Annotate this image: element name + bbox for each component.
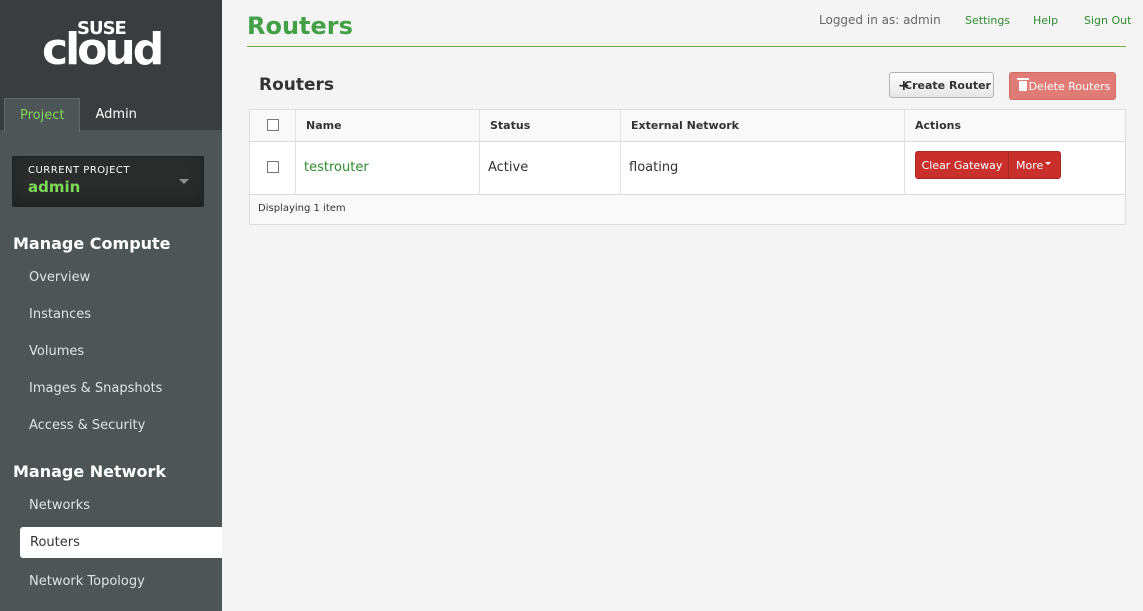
table-row: testrouter Active floating Clear Gateway…	[250, 141, 1125, 195]
nav-heading-manage-compute: Manage Compute	[13, 234, 171, 253]
sidebar-item-overview[interactable]: Overview	[29, 270, 90, 285]
current-project-label: CURRENT PROJECT	[28, 165, 130, 176]
caret-down-icon	[1045, 162, 1051, 165]
more-actions-button[interactable]: More	[1008, 151, 1061, 179]
project-switcher[interactable]: CURRENT PROJECT admin	[12, 156, 204, 207]
sidebar-item-instances[interactable]: Instances	[29, 307, 91, 322]
table-title: Routers	[259, 75, 335, 95]
header-divider	[247, 46, 1126, 47]
plus-icon: +	[898, 78, 910, 94]
more-actions-label: More	[1016, 159, 1044, 172]
sidebar-item-routers[interactable]: Routers	[20, 527, 222, 558]
table-header: Name Status External Network Actions	[250, 110, 1125, 142]
router-name-link[interactable]: testrouter	[304, 160, 369, 175]
sidebar: SUSE cloud Project Admin CURRENT PROJECT…	[0, 0, 222, 611]
tab-admin[interactable]: Admin	[80, 98, 151, 131]
router-external-network: floating	[629, 160, 679, 175]
select-all-checkbox[interactable]	[267, 119, 279, 131]
delete-routers-button[interactable]: Delete Routers	[1009, 72, 1116, 100]
page-title: Routers	[247, 12, 353, 40]
create-router-button[interactable]: + Create Router	[889, 72, 994, 98]
routers-table: Name Status External Network Actions tes…	[249, 109, 1126, 225]
sidebar-item-volumes[interactable]: Volumes	[29, 344, 84, 359]
create-router-label: Create Router	[904, 79, 991, 92]
logo-cloud-text: cloud	[42, 24, 164, 75]
item-count: Displaying 1 item	[258, 203, 346, 214]
sign-out-link[interactable]: Sign Out	[1084, 14, 1131, 27]
suse-cloud-logo: SUSE cloud	[0, 14, 222, 84]
logged-in-user: Logged in as: admin	[819, 13, 941, 27]
help-link[interactable]: Help	[1033, 14, 1058, 27]
current-project-name: admin	[28, 178, 81, 196]
sidebar-item-networks[interactable]: Networks	[29, 498, 90, 513]
chevron-down-icon	[179, 179, 189, 184]
router-status: Active	[488, 160, 529, 175]
column-header-name[interactable]: Name	[306, 119, 342, 132]
tab-project[interactable]: Project	[4, 98, 81, 132]
clear-gateway-button[interactable]: Clear Gateway	[915, 151, 1009, 179]
table-footer: Displaying 1 item	[250, 195, 1125, 224]
delete-routers-label: Delete Routers	[1028, 80, 1111, 93]
dashboard-tabs: Project Admin	[4, 98, 152, 132]
column-header-status[interactable]: Status	[490, 119, 530, 132]
sidebar-item-network-topology[interactable]: Network Topology	[29, 574, 145, 589]
row-checkbox[interactable]	[267, 161, 279, 173]
column-header-external-network[interactable]: External Network	[631, 119, 739, 132]
trash-icon	[1017, 78, 1029, 91]
column-header-actions: Actions	[915, 119, 961, 132]
sidebar-item-images-snapshots[interactable]: Images & Snapshots	[29, 381, 162, 396]
settings-link[interactable]: Settings	[965, 14, 1010, 27]
sidebar-item-access-security[interactable]: Access & Security	[29, 418, 145, 433]
nav-heading-manage-network: Manage Network	[13, 462, 166, 481]
